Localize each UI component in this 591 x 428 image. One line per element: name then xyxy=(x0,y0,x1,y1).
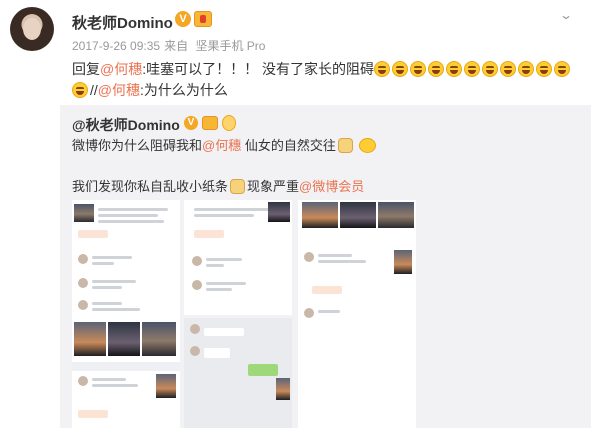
image-thumb xyxy=(302,202,338,228)
comment-tab xyxy=(312,286,342,294)
laughing-tears-icon xyxy=(72,82,88,98)
screenshot-thumbnail-3[interactable] xyxy=(184,318,292,428)
source-prefix: 来自 xyxy=(164,39,189,53)
chat-bubble xyxy=(248,364,278,376)
comment-tab xyxy=(78,230,108,238)
image-thumb xyxy=(74,322,106,356)
verified-v-icon: V xyxy=(184,116,198,130)
mention-link[interactable]: @何穗 xyxy=(98,82,140,98)
doge-icon xyxy=(230,179,246,194)
post-text: :为什么为什么 xyxy=(140,82,228,98)
screenshot-thumbnail-2[interactable] xyxy=(184,200,292,315)
screenshot-thumbnail-1[interactable] xyxy=(72,200,180,428)
comment-tab xyxy=(194,230,224,238)
medal-icon xyxy=(222,115,236,131)
repost-text: 现象严重 xyxy=(247,179,300,194)
laughing-tears-icon xyxy=(410,61,426,77)
doge-icon xyxy=(337,138,353,153)
repost-text: 仙女的自然交往 xyxy=(241,138,336,153)
image-thumb xyxy=(108,322,140,356)
vip-level-icon xyxy=(194,11,212,27)
repost-username[interactable]: @秋老师Domino xyxy=(72,115,180,135)
reposted-card[interactable]: @秋老师Domino V 微博你为什么阻碍我和@何穗 仙女的自然交往 我们发现你… xyxy=(60,105,591,428)
repost-text: 微博你为什么阻碍我和 xyxy=(72,138,203,153)
image-thumb xyxy=(74,204,94,222)
comment-tab xyxy=(78,410,108,418)
repost-text-line1: 微博你为什么阻碍我和@何穗 仙女的自然交往 xyxy=(72,138,376,154)
verified-v-icon: V xyxy=(175,11,191,27)
reply-prefix: 回复 xyxy=(72,61,100,77)
image-thumb xyxy=(156,374,176,398)
laughing-tears-icon xyxy=(428,61,444,77)
post-meta: 2017-9-26 09:35 来自 坚果手机 Pro xyxy=(72,37,269,54)
emoji-row xyxy=(374,61,572,77)
laughing-tears-icon xyxy=(536,61,552,77)
image-thumb xyxy=(340,202,376,228)
post-source[interactable]: 坚果手机 Pro xyxy=(195,39,265,53)
image-thumb xyxy=(142,322,176,356)
vip-level-icon xyxy=(202,116,218,130)
repost-text-line2: 我们发现你私自乱收小纸条 现象严重@微博会员 xyxy=(72,179,364,195)
post-date[interactable]: 2017-9-26 09:35 xyxy=(72,39,160,53)
image-thumb xyxy=(394,250,412,274)
repost-text: 我们发现你私自乱收小纸条 xyxy=(72,179,229,194)
chevron-down-icon[interactable]: ⌄ xyxy=(559,8,573,22)
laughing-tears-icon xyxy=(518,61,534,77)
mention-link[interactable]: @何穗 xyxy=(100,61,142,77)
screenshot-thumbnail-4[interactable] xyxy=(298,200,416,428)
image-thumb xyxy=(268,202,290,222)
username[interactable]: 秋老师Domino xyxy=(72,12,173,33)
avatar[interactable] xyxy=(10,7,54,51)
laughing-tears-icon xyxy=(446,61,462,77)
laughing-tears-icon xyxy=(482,61,498,77)
image-thumb xyxy=(378,202,414,228)
post-text-line1: 回复@何穗:哇塞可以了！！！ 没有了家长的阻碍 xyxy=(72,60,572,78)
laughing-tears-icon xyxy=(374,61,390,77)
repost-separator: // xyxy=(90,82,98,98)
laughing-tears-icon xyxy=(464,61,480,77)
laughing-tears-icon xyxy=(392,61,408,77)
mention-link[interactable]: @微博会员 xyxy=(299,179,364,194)
image-thumb xyxy=(276,378,290,400)
mention-link[interactable]: @何穗 xyxy=(202,138,241,153)
post-text: :哇塞可以了！！！ 没有了家长的阻碍 xyxy=(142,61,374,77)
laughing-tears-icon xyxy=(500,61,516,77)
hug-icon xyxy=(358,138,376,153)
laughing-tears-icon xyxy=(554,61,570,77)
post-text-line2: //@何穗:为什么为什么 xyxy=(72,81,228,99)
